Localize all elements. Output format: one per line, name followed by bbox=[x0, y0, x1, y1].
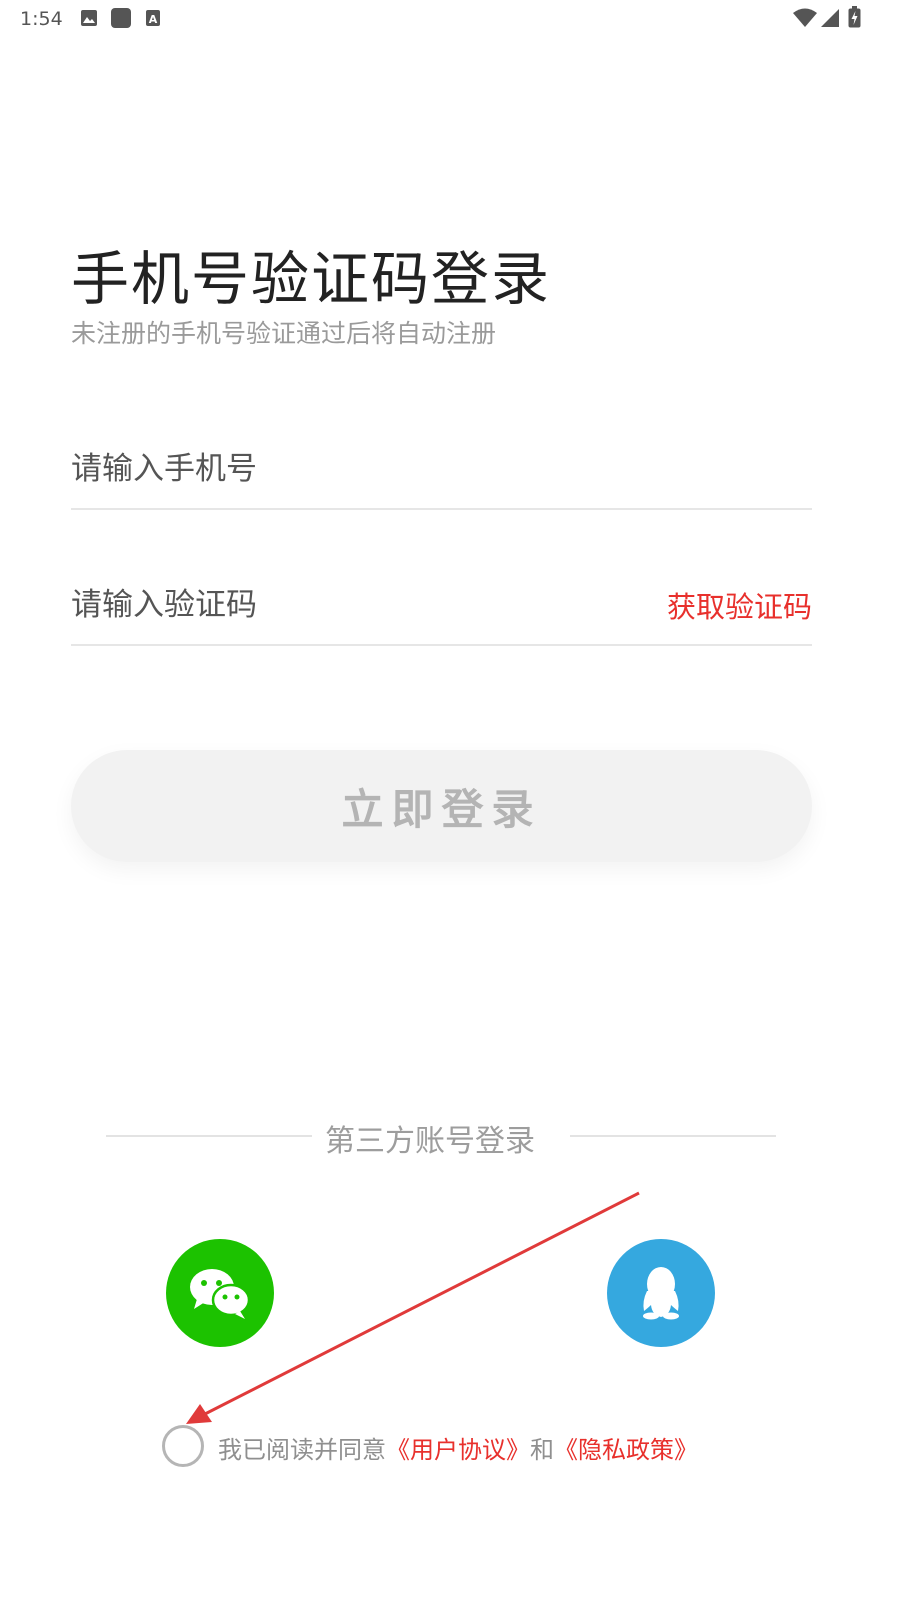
agreement-prefix: 我已阅读并同意 bbox=[218, 1436, 386, 1464]
page-subtitle: 未注册的手机号验证通过后将自动注册 bbox=[71, 319, 497, 348]
phone-input[interactable] bbox=[71, 430, 812, 508]
status-bar: 1:54 A bbox=[0, 0, 900, 38]
verification-code-input[interactable] bbox=[71, 566, 631, 644]
battery-charging-icon bbox=[848, 6, 861, 28]
square-app-icon bbox=[111, 8, 131, 28]
page-title: 手机号验证码登录 bbox=[71, 245, 552, 313]
signal-icon bbox=[821, 9, 839, 27]
image-icon bbox=[81, 10, 97, 26]
wechat-login-button[interactable] bbox=[166, 1239, 274, 1347]
agreement-text: 我已阅读并同意《用户协议》和《隐私政策》 bbox=[218, 1430, 698, 1465]
svg-text:A: A bbox=[149, 13, 158, 26]
a-box-icon: A bbox=[146, 10, 160, 26]
login-screen: 1:54 A 手机号验证码登录 未注册的手机号验证通过后将自动注册 请输入手机号… bbox=[0, 0, 900, 1600]
qq-login-button[interactable] bbox=[607, 1239, 715, 1347]
code-field-container: 获取验证码 bbox=[71, 566, 812, 646]
wifi-icon bbox=[793, 8, 817, 27]
privacy-policy-link[interactable]: 《隐私政策》 bbox=[554, 1436, 698, 1464]
status-time: 1:54 bbox=[20, 8, 63, 30]
agreement-checkbox[interactable] bbox=[162, 1425, 204, 1467]
divider-left bbox=[106, 1135, 312, 1137]
divider-right bbox=[570, 1135, 776, 1137]
login-button[interactable]: 立即登录 bbox=[71, 750, 812, 862]
agreement-and: 和 bbox=[530, 1436, 554, 1464]
phone-field-container bbox=[71, 430, 812, 510]
user-agreement-link[interactable]: 《用户协议》 bbox=[386, 1436, 530, 1464]
third-party-login-label: 第三方账号登录 bbox=[325, 1124, 535, 1159]
get-code-button[interactable]: 获取验证码 bbox=[667, 584, 812, 626]
wechat-icon bbox=[190, 1269, 251, 1319]
qq-penguin-icon bbox=[643, 1267, 679, 1320]
